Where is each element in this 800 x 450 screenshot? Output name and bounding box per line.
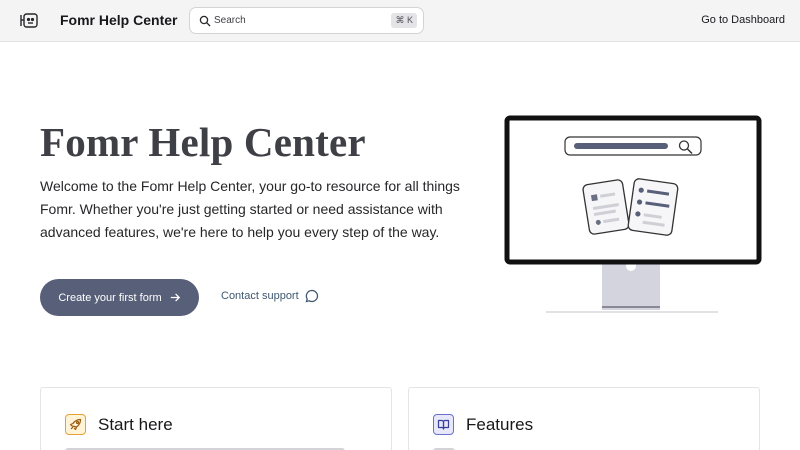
search-box[interactable]: Search ⌘ K: [189, 7, 424, 34]
book-icon: [433, 414, 454, 435]
hero-description: Welcome to the Fomr Help Center, your go…: [40, 178, 460, 240]
start-here-card[interactable]: Start here: [40, 387, 392, 450]
monitor-with-search-and-documents-illustration: [504, 115, 762, 313]
create-first-form-button[interactable]: Create your first form: [40, 279, 199, 316]
features-card[interactable]: Features: [408, 387, 760, 450]
brand-name[interactable]: Fomr Help Center: [60, 12, 177, 28]
create-first-form-label: Create your first form: [58, 291, 162, 304]
contact-support-label: Contact support: [221, 290, 299, 302]
page-title: Fomr Help Center: [40, 119, 366, 165]
top-bar: Fomr Help Center Search ⌘ K Go to Dashbo…: [0, 0, 800, 42]
arrow-right-icon: [170, 293, 180, 302]
robot-logo-icon[interactable]: [20, 11, 40, 31]
search-icon: [199, 15, 211, 27]
search-shortcut-badge: ⌘ K: [391, 13, 417, 28]
start-here-title: Start here: [98, 415, 173, 434]
rocket-icon: [65, 414, 86, 435]
features-title: Features: [466, 415, 534, 434]
chat-bubble-icon: [305, 289, 318, 303]
contact-support-link[interactable]: Contact support: [221, 289, 319, 303]
go-to-dashboard-link[interactable]: Go to Dashboard: [701, 14, 785, 26]
search-placeholder[interactable]: Search: [214, 15, 246, 26]
